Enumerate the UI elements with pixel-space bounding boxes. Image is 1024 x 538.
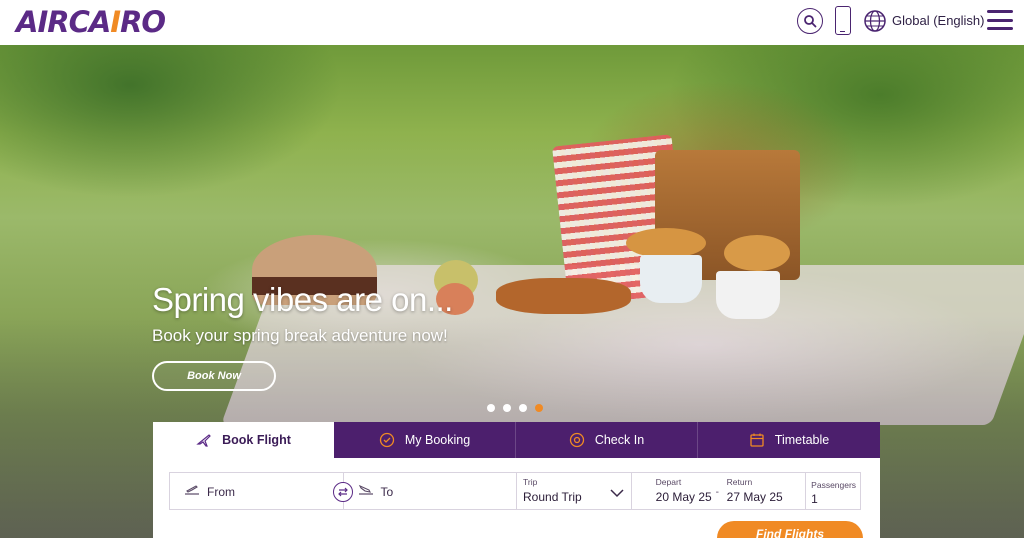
depart-value: 20 May 25 [655,490,712,504]
hero-title: Spring vibes are on... [152,281,453,318]
trip-type-select[interactable]: Trip Round Trip [517,473,632,509]
from-label: From [207,485,235,499]
tab-my-booking[interactable]: My Booking [334,422,516,458]
language-selector[interactable]: Global (English) [892,13,985,28]
swap-icon[interactable] [333,482,353,502]
search-icon[interactable] [797,8,823,34]
site-header: AIRCAIRO Global (English) [0,0,1024,45]
air-cairo-logo[interactable]: AIRCAIRO [16,5,166,39]
tab-label: Book Flight [222,433,291,447]
passengers-field[interactable]: Passengers 1 [806,473,860,509]
tab-book-flight[interactable]: Book Flight [153,422,334,458]
carousel-dots [487,404,543,412]
carousel-dot-active[interactable] [535,404,543,412]
hamburger-menu-icon[interactable] [987,10,1013,30]
return-value: 27 May 25 [726,490,783,504]
globe-icon[interactable] [863,9,887,33]
tab-check-in[interactable]: Check In [516,422,698,458]
plane-icon [196,432,212,448]
booking-icon [379,432,395,448]
chevron-down-icon [610,485,624,503]
passengers-caption: Passengers [811,480,857,490]
tab-timetable[interactable]: Timetable [698,422,880,458]
trip-caption: Trip [523,477,538,487]
to-label: To [380,485,394,499]
from-field[interactable]: From [170,473,353,509]
check-in-icon [569,432,585,448]
logo-text: AIRCAIRO [16,5,166,39]
find-flights-button[interactable]: Find Flights [717,521,863,538]
hero-subtitle: Book your spring break adventure now! [152,326,448,345]
carousel-dot[interactable] [487,404,495,412]
return-caption: Return [726,477,753,487]
tab-label: Check In [594,433,645,447]
carousel-dot[interactable] [503,404,511,412]
booking-panel: From To Trip Round Trip Depart 20 May 25… [153,458,880,538]
flight-search-fields: From To Trip Round Trip Depart 20 May 25… [169,472,861,510]
tab-label: Timetable [774,433,830,447]
mobile-app-icon[interactable] [835,6,851,35]
book-now-button[interactable]: Book Now [152,361,276,391]
arrival-plane-icon [358,483,374,502]
departure-plane-icon [184,483,200,502]
tab-label: My Booking [404,433,471,447]
calendar-icon [749,432,765,448]
passengers-value: 1 [811,492,818,506]
booking-tabs: Book Flight My Booking Check In Timetabl… [153,422,880,458]
carousel-dot[interactable] [519,404,527,412]
trip-value: Round Trip [523,490,582,504]
dates-field[interactable]: Depart 20 May 25 - Return 27 May 25 [632,473,807,509]
date-separator: - [715,487,720,498]
depart-caption: Depart [655,477,682,487]
to-field[interactable]: To [344,473,517,509]
